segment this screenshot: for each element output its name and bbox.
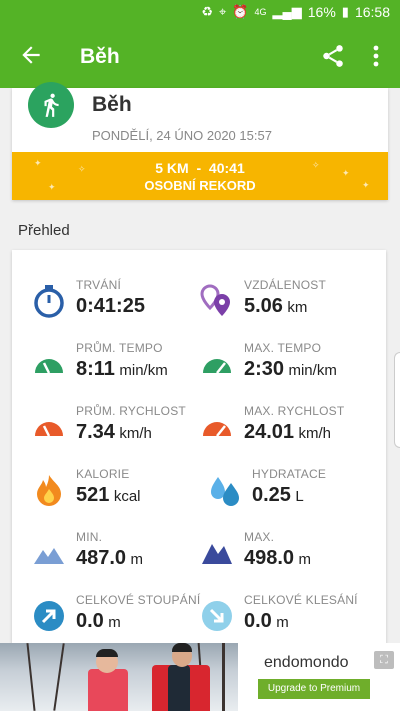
ascent-arrow-icon <box>34 601 64 631</box>
max-speed-gauge-icon <box>203 416 231 437</box>
stat-unit: km/h <box>119 425 152 442</box>
stat-value: 498.0 <box>244 547 295 569</box>
stat-duration: TRVÁNÍ 0:41:25 <box>32 278 212 328</box>
stat-distance: VZDÁLENOST 5.06 km <box>200 278 380 328</box>
stat-unit: min/km <box>288 362 337 379</box>
battery-percent: 16% <box>307 4 336 20</box>
stat-label: CELKOVÉ KLESÁNÍ <box>244 593 358 607</box>
recycle-icon: ♻ <box>201 4 214 19</box>
water-drops-icon <box>211 477 239 506</box>
stat-avg-pace: PRŮM. TEMPO 8:11 min/km <box>32 341 212 391</box>
record-value: 5 KM - 40:41 <box>155 160 245 176</box>
stat-hydration: HYDRATACE 0.25 L <box>208 467 388 517</box>
clock: 16:58 <box>354 4 390 20</box>
stat-value: 0.25 <box>252 484 291 506</box>
app-bar: Běh <box>0 26 400 88</box>
stat-value: 0.0 <box>76 610 104 632</box>
stat-value: 5.06 <box>244 295 283 317</box>
upgrade-premium-button[interactable]: Upgrade to Premium <box>258 679 370 699</box>
mountain-min-icon <box>34 548 64 564</box>
ad-close-icon[interactable]: ⛶ <box>374 651 394 669</box>
stat-value: 487.0 <box>76 547 127 569</box>
stat-avg-speed: PRŮM. RYCHLOST 7.34 km/h <box>32 404 212 454</box>
battery-icon: ▮ <box>341 4 349 19</box>
avg-pace-gauge-icon <box>35 353 63 374</box>
arrow-left-icon <box>22 46 40 64</box>
descent-arrow-icon <box>202 601 232 631</box>
stat-unit: min/km <box>119 362 168 379</box>
sport-name: Běh <box>92 93 132 116</box>
stat-label: TRVÁNÍ <box>76 278 121 292</box>
stat-label: MAX. <box>244 530 275 544</box>
signal-icon: ▂▄▆ <box>272 4 302 19</box>
workout-header-card: Běh PONDĚLÍ, 24 ÚNO 2020 15:57 ✦ ✦ ✧ ✧ ✦… <box>12 82 388 200</box>
stat-unit: km/h <box>298 425 332 442</box>
ad-banner[interactable]: endomondo Upgrade to Premium ⛶ <box>0 643 400 711</box>
overview-card: TRVÁNÍ 0:41:25 VZDÁLENOST 5.06 km PRŮM. … <box>12 250 386 650</box>
stat-label: PRŮM. TEMPO <box>76 341 163 355</box>
stat-unit: m <box>276 614 289 631</box>
alarm-icon: ⏰ <box>232 4 249 19</box>
stat-value: 2:30 <box>244 358 285 380</box>
location-icon: ⌖ <box>219 4 227 19</box>
stopwatch-icon <box>34 285 64 318</box>
stat-unit: kcal <box>113 488 141 505</box>
stat-value: 0.0 <box>244 610 272 632</box>
stat-label: MAX. TEMPO <box>244 341 322 355</box>
stat-max-speed: MAX. RYCHLOST 24.01 km/h <box>200 404 380 454</box>
record-label: OSOBNÍ REKORD <box>144 178 256 193</box>
stat-label: MIN. <box>76 530 103 544</box>
stat-label: PRŮM. RYCHLOST <box>76 404 186 418</box>
workout-date: PONDĚLÍ, 24 ÚNO 2020 15:57 <box>92 128 272 143</box>
stat-total-descent: CELKOVÉ KLESÁNÍ 0.0 m <box>200 593 380 643</box>
stat-max-pace: MAX. TEMPO 2:30 min/km <box>200 341 380 391</box>
stat-value: 8:11 <box>76 358 115 380</box>
map-pins-icon <box>200 284 230 316</box>
stat-value: 7.34 <box>76 421 115 443</box>
network-type: 4G <box>254 7 267 17</box>
stat-max-altitude: MAX. 498.0 m <box>200 530 380 580</box>
page-title: Běh <box>80 45 120 68</box>
stat-value: 24.01 <box>244 421 295 443</box>
flame-icon <box>37 475 61 506</box>
mountain-max-icon <box>202 544 232 564</box>
side-panel-handle[interactable] <box>394 352 400 448</box>
stat-value: 521 <box>76 484 110 506</box>
stat-unit: m <box>130 551 144 568</box>
stat-unit: m <box>298 551 312 568</box>
more-vert-icon <box>373 45 379 67</box>
avg-speed-gauge-icon <box>35 416 63 437</box>
stat-unit: m <box>108 614 121 631</box>
stat-label: KALORIE <box>76 467 130 481</box>
more-options-button[interactable] <box>366 43 386 69</box>
stat-label: MAX. RYCHLOST <box>244 404 345 418</box>
stat-label: HYDRATACE <box>252 467 327 481</box>
stat-label: CELKOVÉ STOUPÁNÍ <box>76 593 201 607</box>
stat-unit: L <box>295 488 304 505</box>
stat-calories: KALORIE 521 kcal <box>32 467 212 517</box>
max-pace-gauge-icon <box>203 353 231 374</box>
stat-value: 0:41:25 <box>76 295 145 317</box>
share-button[interactable] <box>320 43 346 69</box>
stat-total-ascent: CELKOVÉ STOUPÁNÍ 0.0 m <box>32 593 212 643</box>
back-button[interactable] <box>18 42 46 70</box>
overview-section-title: Přehled <box>18 222 70 239</box>
running-icon <box>28 82 74 128</box>
stat-label: VZDÁLENOST <box>244 278 327 292</box>
share-icon <box>323 45 343 67</box>
stat-unit: km <box>287 299 308 316</box>
stat-min-altitude: MIN. 487.0 m <box>32 530 212 580</box>
ad-brand-logo: endomondo <box>264 654 349 671</box>
status-bar: ♻ ⌖ ⏰ 4G ▂▄▆ 16% ▮ 16:58 <box>0 0 400 26</box>
ad-photo <box>0 643 238 711</box>
personal-record-banner[interactable]: ✦ ✦ ✧ ✧ ✦ ✦ 5 KM - 40:41 OSOBNÍ REKORD <box>12 152 388 200</box>
